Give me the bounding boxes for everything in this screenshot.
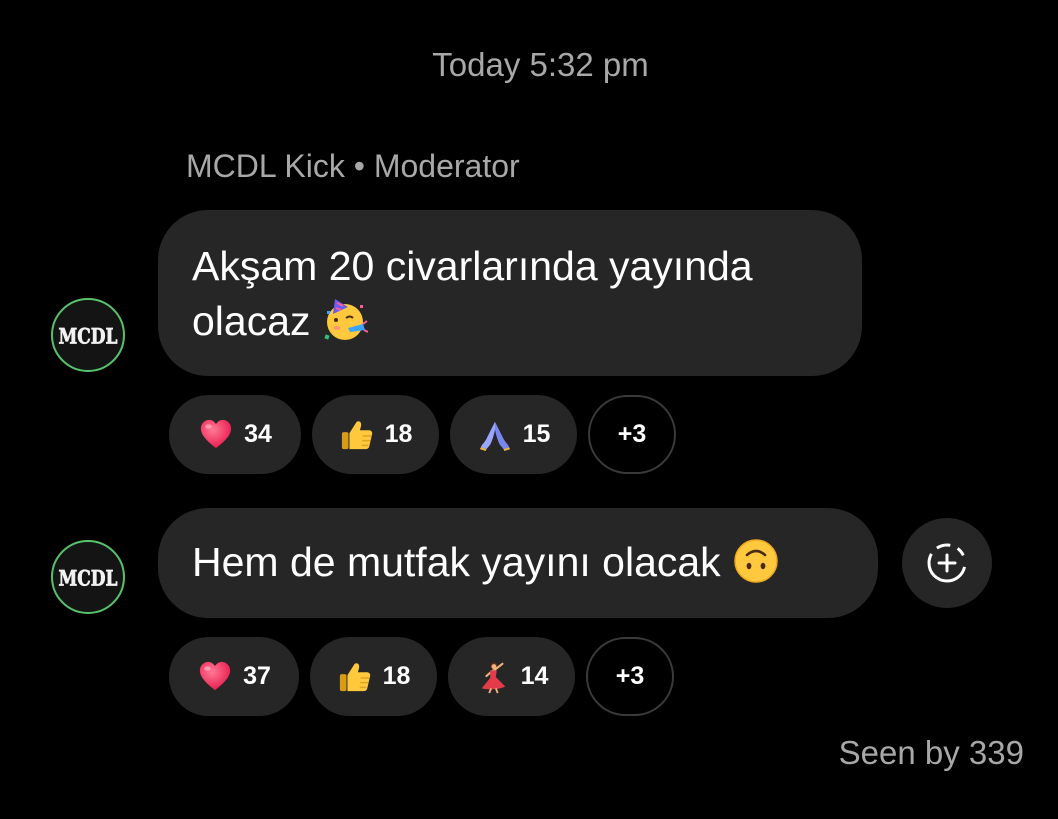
svg-text:MCDL: MCDL [58,324,117,349]
reaction-count: 18 [382,662,411,690]
chat-timestamp: Today 5:32 pm [432,46,649,83]
red-heart-icon [198,417,234,453]
message-text: Hem de mutfak yayını olacak [192,539,721,585]
add-reaction-icon [927,543,967,583]
upside-down-face-icon [734,539,778,583]
partying-face-icon [324,299,368,340]
mcdl-logo: MCDL [58,324,118,350]
message-text-line2: olacaz [192,294,828,349]
thumbs-up-icon [337,659,373,695]
folded-hands-icon [477,417,513,453]
sender-avatar[interactable]: MCDL [51,298,125,372]
reaction-count: 15 [522,420,551,448]
reaction-chip-thumbs-up[interactable]: 18 [312,395,439,474]
message-text-line2-words: olacaz [192,298,311,344]
reaction-chip-heart[interactable]: 37 [169,637,299,716]
reaction-count: 37 [243,662,271,690]
more-reactions-button[interactable]: +3 [588,395,676,474]
message-bubble[interactable]: Hem de mutfak yayını olacak [158,508,878,618]
sender-role: Moderator [373,148,520,184]
woman-dancing-icon [475,659,511,695]
sender-name[interactable]: MCDL Kick [186,148,345,184]
reaction-count: 18 [384,420,413,448]
reaction-count: 34 [244,420,272,448]
reaction-chip-heart[interactable]: 34 [169,395,301,474]
message-text-line1: Akşam 20 civarlarında yayında [192,243,753,289]
reaction-chip-woman-dancing[interactable]: 14 [448,637,575,716]
add-reaction-button[interactable] [902,518,992,608]
message-bubble[interactable]: Akşam 20 civarlarında yayında olacaz [158,210,862,376]
svg-text:MCDL: MCDL [58,566,117,591]
reaction-count: 14 [520,662,549,690]
red-heart-icon [197,659,233,695]
sender-line: MCDL Kick • Moderator [186,148,520,185]
reaction-bar: 34 18 15 +3 [169,395,676,474]
reaction-chip-thumbs-up[interactable]: 18 [310,637,437,716]
mcdl-logo: MCDL [58,566,118,592]
thumbs-up-icon [339,417,375,453]
sender-avatar[interactable]: MCDL [51,540,125,614]
sender-separator: • [353,148,365,184]
seen-by-count[interactable]: Seen by 339 [839,734,1024,772]
more-reactions-button[interactable]: +3 [586,637,674,716]
reaction-chip-folded-hands[interactable]: 15 [450,395,577,474]
reaction-bar: 37 18 14 +3 [169,637,674,716]
